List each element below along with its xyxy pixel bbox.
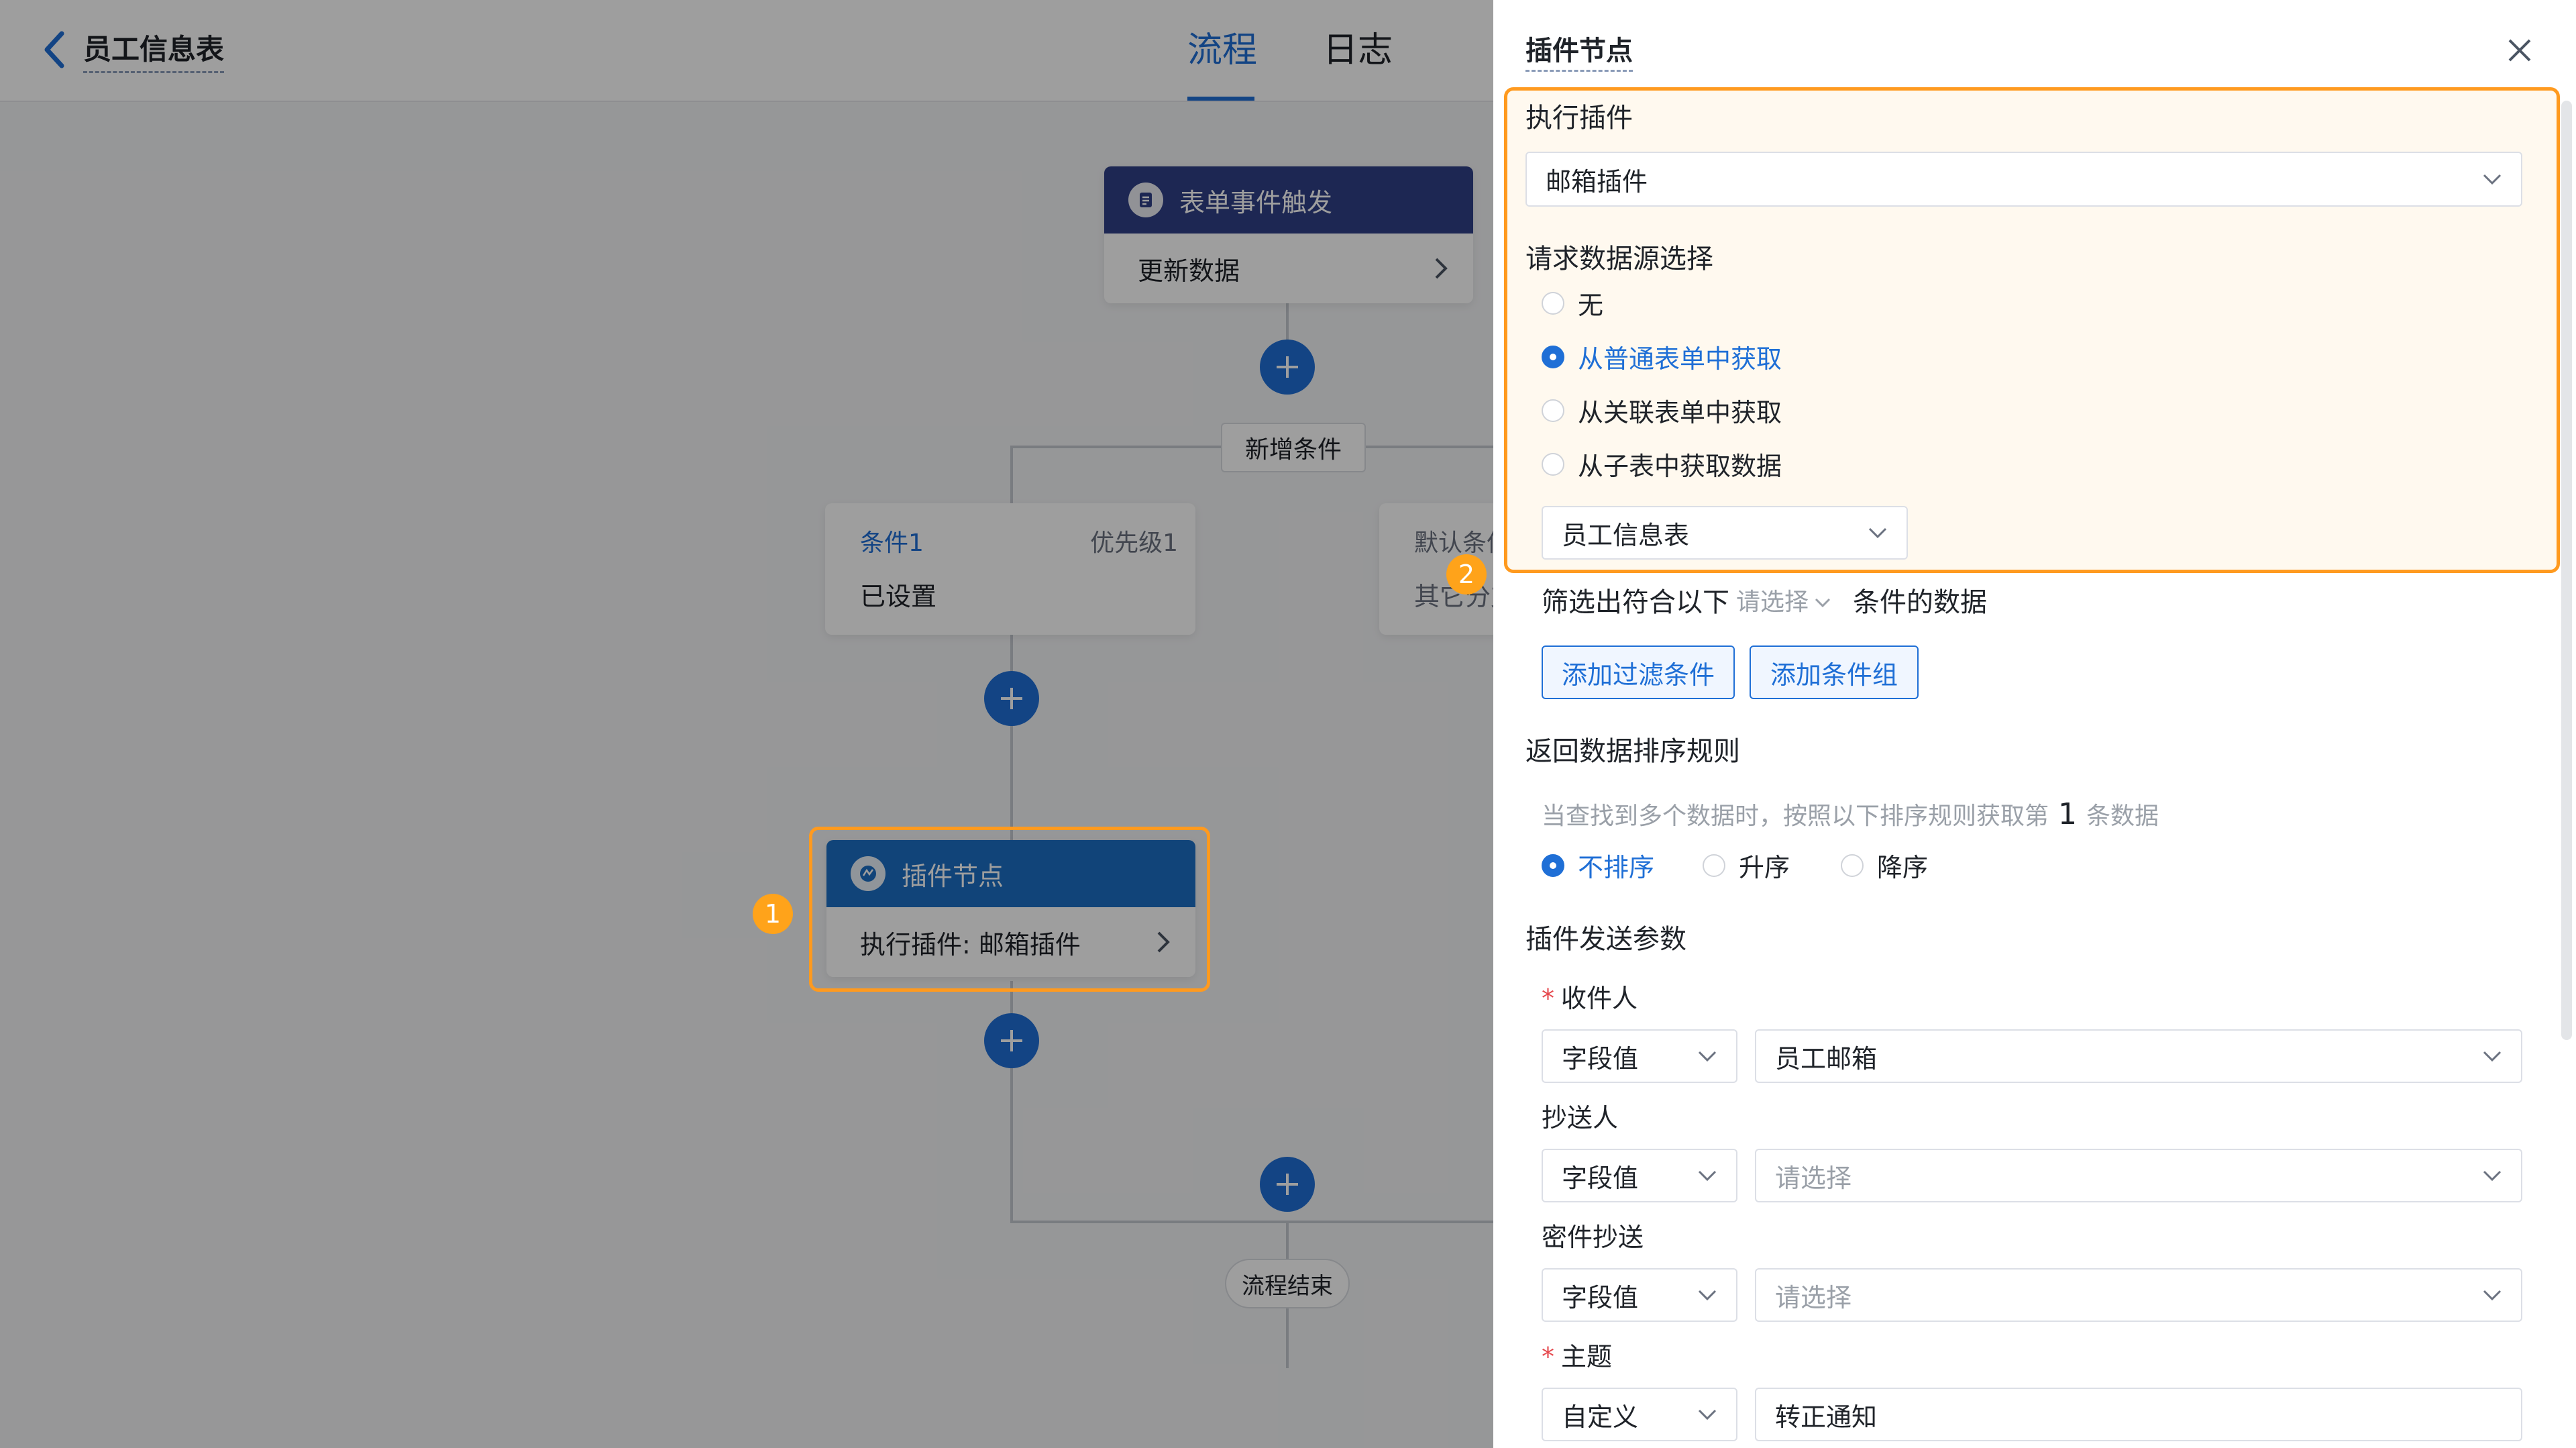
sort-option-label: 不排序 <box>1578 853 1655 882</box>
radio-icon <box>1841 854 1864 877</box>
param-type-value: 字段值 <box>1562 1163 1639 1193</box>
chevron-down-icon <box>1868 527 1887 539</box>
filter-suffix: 条件的数据 <box>1853 587 1987 618</box>
radio-icon <box>1542 291 1564 315</box>
param-type-value: 字段值 <box>1562 1043 1639 1074</box>
plugin-node-panel: 插件节点 执行插件 邮箱插件 请求数据源选择 无 从普通表单中获取 从关联表单中… <box>1493 0 2576 1448</box>
filter-logic-select[interactable]: 请选择 <box>1736 585 1831 620</box>
param-placeholder: 请选择 <box>1775 1282 1852 1312</box>
sort-option-asc[interactable]: 升序 <box>1703 847 1790 884</box>
source-option-none[interactable]: 无 <box>1542 285 1603 321</box>
param-type-value: 字段值 <box>1562 1282 1639 1312</box>
param-value-select-recipient[interactable]: 员工邮箱 <box>1755 1029 2522 1083</box>
add-filter-button[interactable]: 添加过滤条件 <box>1542 645 1735 699</box>
chevron-down-icon <box>2483 1051 2502 1062</box>
filter-prefix: 筛选出符合以下 <box>1542 587 1729 618</box>
radio-checked-icon <box>1542 345 1564 368</box>
sort-hint-number: 1 <box>2058 797 2078 831</box>
sort-hint-prefix: 当查找到多个数据时，按照以下排序规则获取第 <box>1542 803 2049 830</box>
source-option-label: 从普通表单中获取 <box>1578 344 1782 374</box>
param-type-select-bcc[interactable]: 字段值 <box>1542 1268 1737 1322</box>
exec-plugin-value: 邮箱插件 <box>1546 166 1648 197</box>
param-value-select-cc[interactable]: 请选择 <box>1755 1149 2522 1202</box>
chevron-down-icon <box>1815 598 1831 608</box>
sort-label: 返回数据排序规则 <box>1525 736 1740 767</box>
chevron-down-icon <box>1698 1290 1717 1301</box>
chevron-down-icon <box>2483 174 2502 185</box>
sort-option-label: 降序 <box>1877 853 1929 882</box>
param-value-select-bcc[interactable]: 请选择 <box>1755 1268 2522 1322</box>
source-option-label: 从关联表单中获取 <box>1578 398 1782 427</box>
close-icon <box>2508 39 2531 62</box>
filter-logic-value: 请选择 <box>1736 588 1809 616</box>
source-form-value: 员工信息表 <box>1562 520 1690 550</box>
sort-option-none[interactable]: 不排序 <box>1542 847 1654 884</box>
source-option-label: 无 <box>1578 291 1604 320</box>
step-badge-1: 1 <box>753 894 793 934</box>
source-option-subtable[interactable]: 从子表中获取数据 <box>1542 446 1782 482</box>
plugin-node-highlight <box>809 827 1210 992</box>
add-filter-label: 添加过滤条件 <box>1561 660 1715 690</box>
param-value: 员工邮箱 <box>1775 1043 1878 1074</box>
radio-checked-icon <box>1542 854 1564 877</box>
param-type-value: 自定义 <box>1562 1402 1639 1432</box>
sort-option-label: 升序 <box>1739 853 1790 882</box>
add-group-label: 添加条件组 <box>1770 660 1898 690</box>
sort-hint: 当查找到多个数据时，按照以下排序规则获取第 1 条数据 <box>1542 796 2159 835</box>
param-placeholder: 请选择 <box>1775 1163 1852 1193</box>
close-button[interactable] <box>2503 34 2536 67</box>
chevron-down-icon <box>2483 1290 2502 1301</box>
panel-scrollbar[interactable] <box>2561 101 2572 1040</box>
source-form-select[interactable]: 员工信息表 <box>1542 506 1908 560</box>
param-label-subject: * 主题 <box>1542 1342 1613 1372</box>
radio-icon <box>1542 452 1564 476</box>
modal-overlay[interactable] <box>0 0 1493 1448</box>
chevron-down-icon <box>1698 1409 1717 1420</box>
param-type-select-recipient[interactable]: 字段值 <box>1542 1029 1737 1083</box>
required-mark: * <box>1542 1342 1554 1372</box>
chevron-down-icon <box>1698 1051 1717 1062</box>
param-label-recipient: * 收件人 <box>1542 984 1638 1013</box>
radio-icon <box>1703 854 1725 877</box>
chevron-down-icon <box>1698 1170 1717 1182</box>
sort-hint-suffix: 条数据 <box>2086 803 2159 830</box>
param-type-select-subject[interactable]: 自定义 <box>1542 1388 1737 1441</box>
param-label-bcc: 密件抄送 <box>1542 1223 1644 1252</box>
exec-plugin-label: 执行插件 <box>1525 103 1633 134</box>
exec-plugin-select[interactable]: 邮箱插件 <box>1525 152 2522 207</box>
params-label: 插件发送参数 <box>1525 924 1686 955</box>
source-option-normal-form[interactable]: 从普通表单中获取 <box>1542 338 1782 375</box>
source-option-related-form[interactable]: 从关联表单中获取 <box>1542 392 1782 429</box>
radio-icon <box>1542 399 1564 422</box>
param-label-cc: 抄送人 <box>1542 1103 1619 1133</box>
sort-option-desc[interactable]: 降序 <box>1841 847 1928 884</box>
panel-title: 插件节点 <box>1525 32 1633 72</box>
source-option-label: 从子表中获取数据 <box>1578 452 1782 481</box>
step-badge-2: 2 <box>1446 554 1487 594</box>
chevron-down-icon <box>2483 1170 2502 1182</box>
param-value: 转正通知 <box>1775 1402 1878 1432</box>
add-condition-group-button[interactable]: 添加条件组 <box>1750 645 1919 699</box>
param-type-select-cc[interactable]: 字段值 <box>1542 1149 1737 1202</box>
param-value-input-subject[interactable]: 转正通知 <box>1755 1388 2522 1441</box>
source-label: 请求数据源选择 <box>1525 244 1713 274</box>
required-mark: * <box>1542 984 1554 1013</box>
